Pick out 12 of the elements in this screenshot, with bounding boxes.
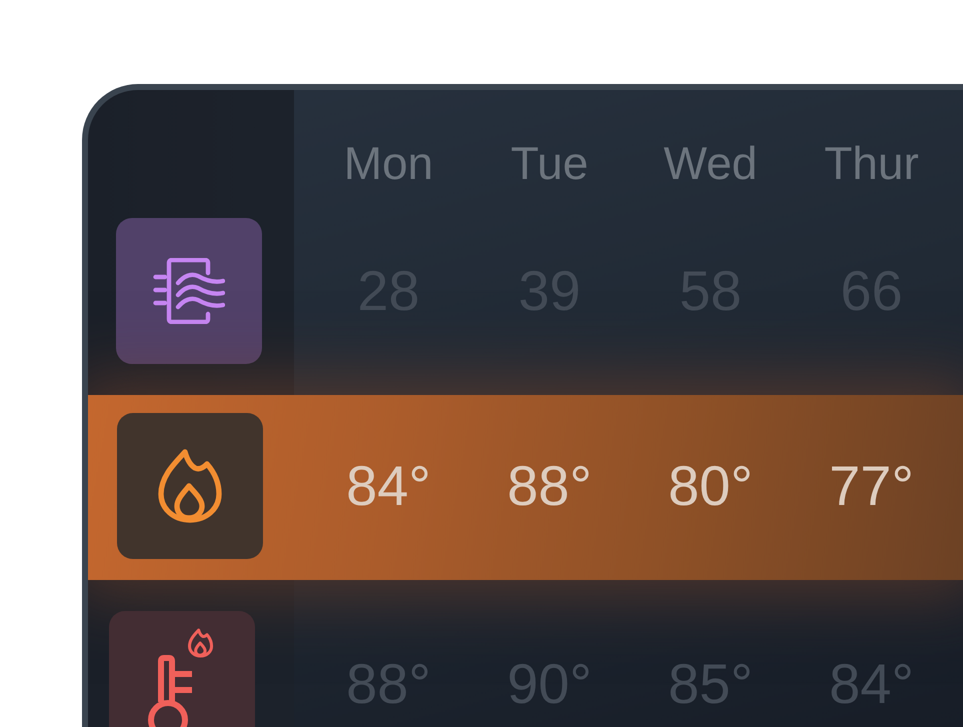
airflow-icon xyxy=(116,218,262,364)
metric-value: 84° xyxy=(345,454,432,518)
flame-icon xyxy=(117,413,263,559)
day-label: Wed xyxy=(662,140,758,186)
day-label: Thur xyxy=(823,140,920,186)
table-row[interactable]: 84° 88° 80° 77° xyxy=(88,395,963,580)
thermometer-flame-icon xyxy=(109,611,255,727)
metric-value: 80° xyxy=(667,454,754,518)
day-label: Tue xyxy=(510,140,590,186)
metric-value: 88° xyxy=(506,454,593,518)
day-label: Mon xyxy=(342,140,434,186)
metric-value: 77° xyxy=(828,454,915,518)
